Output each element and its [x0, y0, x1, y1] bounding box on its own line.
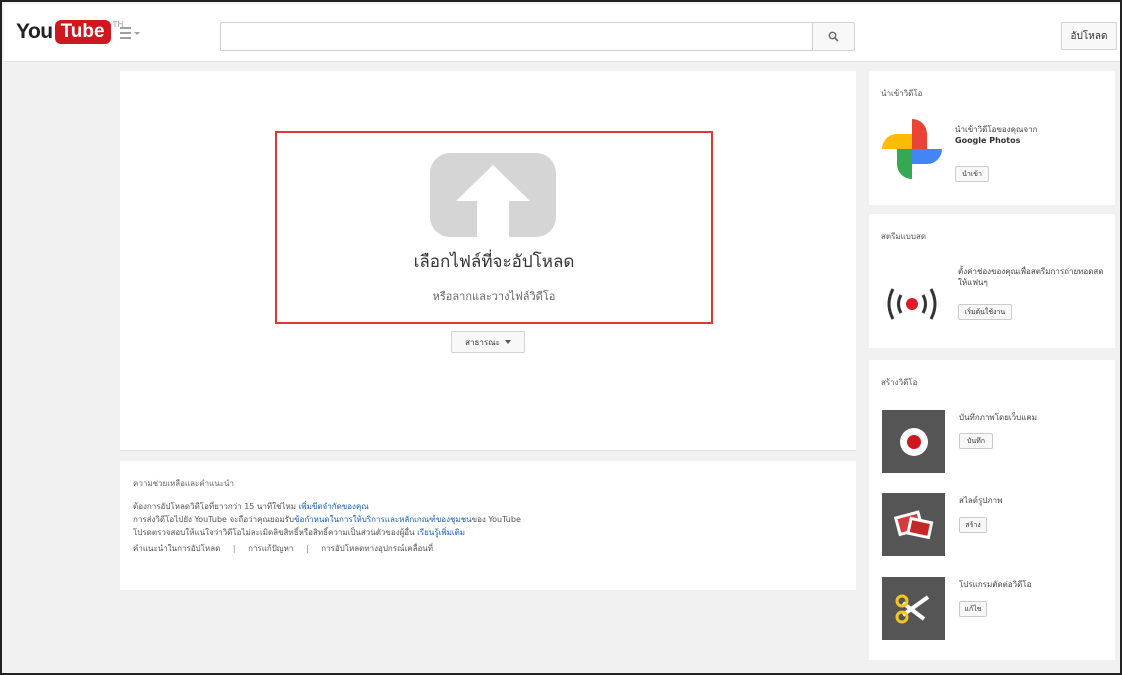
live-streaming-card: สตรีมแบบสด ตั้งค่าช่องของคุณเพื่อสตรีมกา…: [869, 214, 1115, 348]
get-started-button[interactable]: เริ่มต้นใช้งาน: [958, 304, 1012, 320]
webcam-thumbnail[interactable]: [882, 410, 945, 473]
divider: |: [232, 544, 236, 553]
privacy-dropdown[interactable]: สาธารณะ: [451, 331, 525, 353]
live-title: สตรีมแบบสด: [881, 232, 927, 241]
help-line-2-text: การส่งวิดีโอไปยัง YouTube จะถือว่าคุณยอม…: [133, 515, 295, 524]
help-line-copyright: โปรดตรวจสอบให้แน่ใจว่าวิดีโอไม่ละเมิดลิข…: [133, 526, 843, 539]
google-photos-icon: [882, 119, 942, 179]
help-line-1-text: ต้องการอัปโหลดวิดีโอที่ยาวกว่า 15 นาทีใช…: [133, 502, 299, 511]
youtube-logo[interactable]: You Tube TH: [16, 18, 123, 48]
create-slideshow-button[interactable]: สร้าง: [959, 517, 987, 533]
help-line-3-text: โปรดตรวจสอบให้แน่ใจว่าวิดีโอไม่ละเมิดลิข…: [133, 528, 418, 537]
search-button[interactable]: [812, 22, 855, 51]
logo-you-text: You: [16, 20, 53, 43]
divider: |: [305, 544, 309, 553]
help-line-duration: ต้องการอัปโหลดวิดีโอที่ยาวกว่า 15 นาทีใช…: [133, 500, 843, 513]
browser-frame: You Tube TH อัปโหลด เลือกไฟล์ที่จะอัปโหล…: [0, 0, 1122, 675]
slideshow-label: สไลด์รูปภาพ: [959, 496, 1003, 505]
import-videos-card: นำเข้าวิดีโอ นำเข้าวิดีโอของคุณจาก Googl…: [869, 71, 1115, 205]
live-broadcast-icon: [887, 288, 937, 320]
scissors-icon: [895, 594, 929, 623]
search-input[interactable]: [220, 22, 813, 51]
slideshow-thumbnail[interactable]: [882, 493, 945, 556]
upload-instructions-link[interactable]: คำแนะนำในการอัปโหลด: [133, 544, 220, 553]
upload-arrow-icon: [430, 153, 556, 237]
drag-drop-hint: หรือลากและวางไฟล์วิดีโอ: [432, 290, 556, 303]
masthead: You Tube TH อัปโหลด: [4, 4, 1120, 62]
record-icon: [899, 427, 928, 456]
create-title: สร้างวิดีโอ: [881, 378, 918, 387]
select-file-title: เลือกไฟล์ที่จะอัปโหลด: [413, 252, 575, 272]
search-icon: [828, 31, 839, 42]
edit-button[interactable]: แก้ไข: [959, 601, 987, 617]
google-photos-label: Google Photos: [955, 136, 1021, 145]
photo-slideshow-icon: [893, 509, 933, 539]
import-title: นำเข้าวิดีโอ: [881, 89, 923, 98]
import-text: นำเข้าวิดีโอของคุณจาก: [955, 125, 1038, 134]
create-videos-card: สร้างวิดีโอ บันทึกภาพโดยเว็บแคม บันทึก ส…: [869, 360, 1115, 660]
import-button[interactable]: นำเข้า: [955, 166, 989, 182]
chevron-down-icon: [504, 340, 511, 344]
editor-thumbnail[interactable]: [882, 577, 945, 640]
terms-of-service-link[interactable]: ข้อกำหนดในการให้บริการและหลักเกณฑ์ของชุม…: [294, 515, 472, 524]
live-description: ตั้งค่าช่องของคุณเพื่อสตรีมการถ่ายทอดสดใ…: [958, 267, 1104, 287]
help-line-terms: การส่งวิดีโอไปยัง YouTube จะถือว่าคุณยอม…: [133, 513, 843, 526]
file-drop-zone[interactable]: เลือกไฟล์ที่จะอัปโหลด หรือลากและวางไฟล์ว…: [275, 131, 713, 324]
increase-limit-link[interactable]: เพิ่มขีดจำกัดของคุณ: [299, 502, 369, 511]
import-description: นำเข้าวิดีโอของคุณจาก Google Photos: [955, 124, 1105, 146]
video-editor-label: โปรแกรมตัดต่อวิดีโอ: [959, 580, 1032, 589]
help-title: ความช่วยเหลือและคำแนะนำ: [133, 479, 235, 488]
learn-more-link[interactable]: เรียนรู้เพิ่มเติม: [417, 528, 465, 537]
help-panel: ความช่วยเหลือและคำแนะนำ ต้องการอัปโหลดวิ…: [120, 461, 856, 590]
privacy-selected-value: สาธารณะ: [465, 337, 500, 347]
webcam-label: บันทึกภาพโดยเว็บแคม: [959, 413, 1037, 422]
troubleshooting-link[interactable]: การแก้ปัญหา: [248, 544, 293, 553]
upload-button[interactable]: อัปโหลด: [1061, 22, 1117, 50]
record-button[interactable]: บันทึก: [959, 433, 993, 449]
logo-tube-text: Tube: [54, 20, 111, 44]
guide-menu-icon[interactable]: [120, 27, 140, 43]
mobile-upload-link[interactable]: การอัปโหลดทางอุปกรณ์เคลื่อนที่: [321, 544, 433, 553]
help-line-2-suffix: ของ YouTube: [471, 515, 521, 524]
upload-panel: เลือกไฟล์ที่จะอัปโหลด หรือลากและวางไฟล์ว…: [120, 71, 856, 451]
help-links-row: คำแนะนำในการอัปโหลด | การแก้ปัญหา | การอ…: [133, 542, 843, 555]
